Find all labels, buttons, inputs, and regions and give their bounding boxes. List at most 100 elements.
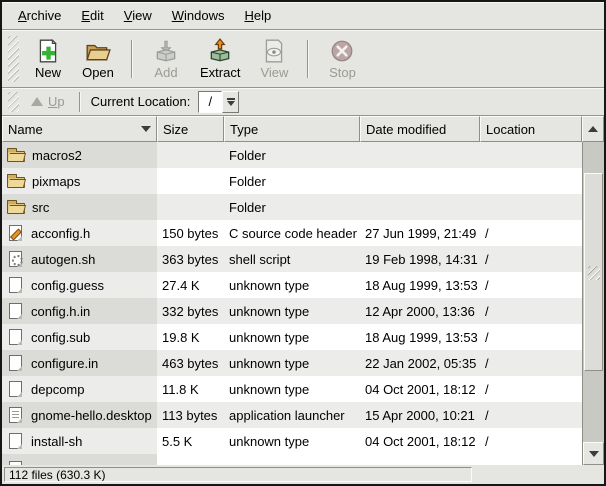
location-value[interactable]: / bbox=[198, 91, 222, 113]
file-name: config.sub bbox=[31, 330, 90, 345]
column-header-date-modified[interactable]: Date modified bbox=[360, 116, 480, 142]
table-row[interactable]: config.h.in 332 bytes unknown type 12 Ap… bbox=[2, 298, 582, 324]
table-row[interactable]: pixmaps Folder bbox=[2, 168, 582, 194]
column-label: Size bbox=[163, 122, 188, 137]
column-header-type[interactable]: Type bbox=[224, 116, 360, 142]
file-size: 332 bytes bbox=[157, 298, 224, 324]
file-location bbox=[480, 168, 582, 194]
location-bar-drag-handle[interactable] bbox=[8, 92, 19, 112]
table-row[interactable]: config.sub 19.8 K unknown type 18 Aug 19… bbox=[2, 324, 582, 350]
table-row[interactable]: acconfig.h 150 bytes C source code heade… bbox=[2, 220, 582, 246]
file-size: 5.5 K bbox=[157, 428, 224, 454]
file-location: / bbox=[480, 428, 582, 454]
vertical-scrollbar[interactable] bbox=[582, 142, 604, 465]
add-button: Add bbox=[143, 35, 189, 83]
stop-icon bbox=[329, 38, 355, 64]
file-type: unknown type bbox=[224, 376, 360, 402]
table-row[interactable]: macros2 Folder bbox=[2, 142, 582, 168]
dropdown-icon bbox=[227, 98, 235, 100]
file-size: 11.8 K bbox=[157, 376, 224, 402]
menu-edit[interactable]: Edit bbox=[71, 5, 113, 26]
open-button-label: Open bbox=[82, 65, 114, 80]
toolbar-drag-handle[interactable] bbox=[8, 36, 19, 82]
up-button-label: Up bbox=[48, 94, 65, 109]
table-row-partial bbox=[2, 454, 582, 465]
file-location: / bbox=[480, 220, 582, 246]
up-button: Up bbox=[23, 92, 73, 111]
new-button[interactable]: New bbox=[25, 35, 71, 83]
file-location bbox=[480, 194, 582, 220]
table-row[interactable]: configure.in 463 bytes unknown type 22 J… bbox=[2, 350, 582, 376]
file-name: pixmaps bbox=[32, 174, 80, 189]
folder-icon bbox=[7, 177, 25, 188]
new-archive-icon bbox=[35, 38, 61, 64]
scroll-down-icon bbox=[589, 451, 599, 457]
extract-button[interactable]: Extract bbox=[193, 35, 247, 83]
file-list: macros2 Folder pixmaps Folder src Folder bbox=[2, 142, 582, 465]
current-location-label: Current Location: bbox=[91, 94, 191, 109]
file-location bbox=[480, 142, 582, 168]
file-size: 113 bytes bbox=[157, 402, 224, 428]
file-type: unknown type bbox=[224, 428, 360, 454]
table-row[interactable]: src Folder bbox=[2, 194, 582, 220]
menu-windows[interactable]: Windows bbox=[162, 5, 235, 26]
new-button-label: New bbox=[35, 65, 61, 80]
file-name: depcomp bbox=[31, 382, 84, 397]
file-size bbox=[157, 142, 224, 168]
file-name: gnome-hello.desktop bbox=[31, 408, 152, 423]
file-type: application launcher bbox=[224, 402, 360, 428]
stop-button: Stop bbox=[319, 35, 365, 83]
file-size: 19.8 K bbox=[157, 324, 224, 350]
file-date: 18 Aug 1999, 13:53 bbox=[360, 324, 480, 350]
column-header-location[interactable]: Location bbox=[480, 116, 582, 142]
location-bar: Up Current Location: / bbox=[2, 88, 604, 116]
file-name: autogen.sh bbox=[31, 252, 95, 267]
menu-help[interactable]: Help bbox=[234, 5, 281, 26]
menu-archive[interactable]: Archive bbox=[8, 5, 71, 26]
file-name: config.h.in bbox=[31, 304, 90, 319]
toolbar: New Open Add Extract bbox=[2, 30, 604, 88]
launcher-icon bbox=[9, 407, 22, 423]
file-name: acconfig.h bbox=[31, 226, 90, 241]
scrollbar-grip-icon bbox=[588, 266, 600, 280]
file-type: Folder bbox=[224, 168, 360, 194]
location-dropdown-button[interactable] bbox=[222, 91, 239, 113]
file-type: unknown type bbox=[224, 350, 360, 376]
file-date: 15 Apr 2000, 10:21 bbox=[360, 402, 480, 428]
table-row[interactable]: depcomp 11.8 K unknown type 04 Oct 2001,… bbox=[2, 376, 582, 402]
file-date bbox=[360, 194, 480, 220]
table-row[interactable]: gnome-hello.desktop 113 bytes applicatio… bbox=[2, 402, 582, 428]
column-label: Type bbox=[230, 122, 258, 137]
stop-button-label: Stop bbox=[329, 65, 356, 80]
scroll-up-icon bbox=[588, 126, 598, 132]
column-header-name[interactable]: Name bbox=[2, 116, 157, 142]
table-row[interactable]: config.guess 27.4 K unknown type 18 Aug … bbox=[2, 272, 582, 298]
file-type: unknown type bbox=[224, 324, 360, 350]
scroll-up-button[interactable] bbox=[582, 116, 604, 142]
file-location: / bbox=[480, 272, 582, 298]
column-label: Date modified bbox=[366, 122, 446, 137]
file-size: 150 bytes bbox=[157, 220, 224, 246]
script-icon bbox=[9, 251, 22, 267]
file-name: configure.in bbox=[31, 356, 98, 371]
table-row[interactable]: install-sh 5.5 K unknown type 04 Oct 200… bbox=[2, 428, 582, 454]
view-file-icon bbox=[261, 38, 287, 64]
column-label: Location bbox=[486, 122, 535, 137]
file-icon bbox=[9, 433, 22, 449]
view-button-label: View bbox=[260, 65, 288, 80]
file-type: Folder bbox=[224, 142, 360, 168]
scroll-down-button[interactable] bbox=[583, 442, 604, 465]
file-date: 12 Apr 2000, 13:36 bbox=[360, 298, 480, 324]
file-icon bbox=[9, 303, 22, 319]
file-date bbox=[360, 142, 480, 168]
extract-button-label: Extract bbox=[200, 65, 240, 80]
open-button[interactable]: Open bbox=[75, 35, 121, 83]
column-header-size[interactable]: Size bbox=[157, 116, 224, 142]
sort-descending-icon bbox=[141, 126, 151, 132]
file-date bbox=[360, 168, 480, 194]
menu-view[interactable]: View bbox=[114, 5, 162, 26]
table-row[interactable]: autogen.sh 363 bytes shell script 19 Feb… bbox=[2, 246, 582, 272]
scrollbar-thumb[interactable] bbox=[584, 173, 603, 371]
file-location: / bbox=[480, 376, 582, 402]
extract-icon bbox=[207, 38, 233, 64]
